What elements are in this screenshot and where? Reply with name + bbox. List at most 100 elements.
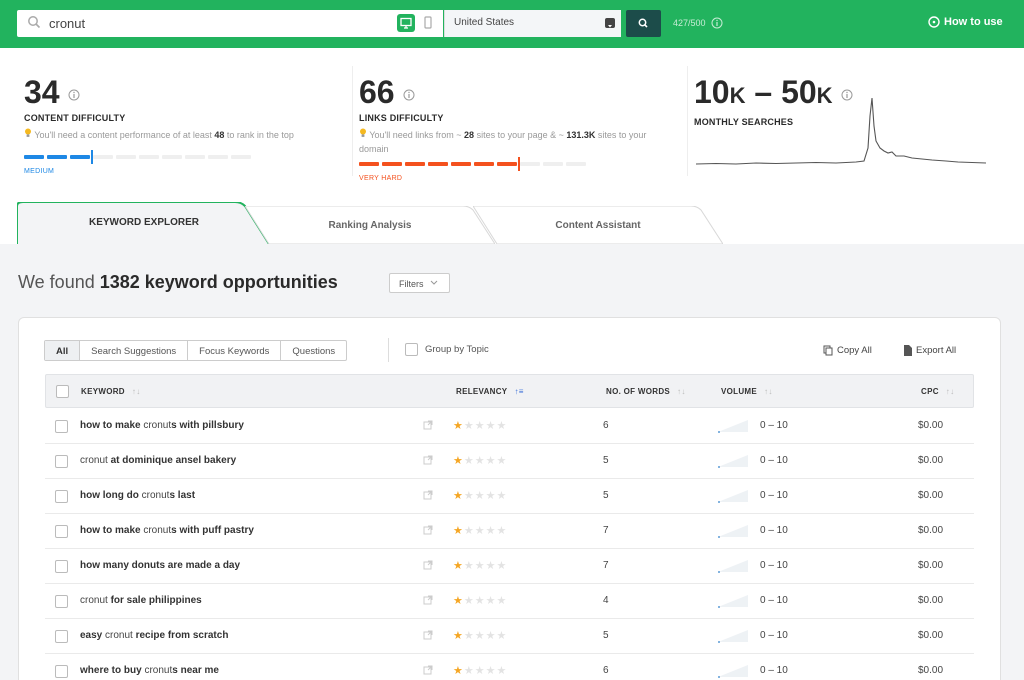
table-row[interactable]: easy cronut recipe from scratch ★★★★★ 5 0 –… xyxy=(45,619,974,654)
segment-questions[interactable]: Questions xyxy=(281,341,346,360)
mobile-icon xyxy=(424,16,432,29)
row-checkbox[interactable] xyxy=(55,420,68,433)
relevancy-stars: ★★★★★ xyxy=(453,594,507,607)
desktop-device-button[interactable] xyxy=(397,14,415,32)
copy-all-button[interactable]: Copy All xyxy=(823,345,872,356)
row-checkbox[interactable] xyxy=(55,490,68,503)
star-icon: ★ xyxy=(463,560,475,572)
table-row[interactable]: how long do cronuts last ★★★★★ 5 0 – 10 $0.0… xyxy=(45,479,974,514)
star-icon: ★ xyxy=(496,630,508,642)
external-link-icon[interactable] xyxy=(423,630,433,640)
sort-desc-icon: ↑≡ xyxy=(514,387,524,396)
mobile-device-button[interactable] xyxy=(420,14,436,32)
star-icon: ★ xyxy=(474,525,486,537)
select-all-checkbox[interactable] xyxy=(56,385,69,398)
group-by-topic-toggle[interactable]: Group by Topic xyxy=(405,343,489,356)
info-icon[interactable] xyxy=(711,17,723,29)
volume-trend-icon xyxy=(718,420,748,433)
content-difficulty: 34 CONTENT DIFFICULTY You'll need a cont… xyxy=(24,74,324,175)
tab-ranking-analysis[interactable]: Ranking Analysis xyxy=(245,206,495,244)
column-volume[interactable]: VOLUME ↑↓ xyxy=(721,387,773,396)
keyword-text[interactable]: how many donuts are made a day xyxy=(80,560,240,571)
word-count: 5 xyxy=(603,630,609,641)
row-checkbox[interactable] xyxy=(55,630,68,643)
star-icon: ★ xyxy=(485,560,497,572)
group-by-topic-checkbox[interactable] xyxy=(405,343,418,356)
difficulty-segment xyxy=(162,155,182,159)
star-icon: ★ xyxy=(474,630,486,642)
cpc-value: $0.00 xyxy=(918,420,944,431)
star-icon: ★ xyxy=(463,455,475,467)
table-row[interactable]: cronut for sale philippines ★★★★★ 4 0 – 10 $… xyxy=(45,584,974,619)
table-row[interactable]: how to make cronuts with pillsbury ★★★★★ 6… xyxy=(45,409,974,444)
star-icon: ★ xyxy=(453,595,464,607)
export-all-button[interactable]: Export All xyxy=(903,345,956,356)
column-keyword[interactable]: KEYWORD ↑↓ xyxy=(81,387,141,396)
segment-focus-keywords[interactable]: Focus Keywords xyxy=(188,341,282,360)
row-checkbox[interactable] xyxy=(55,595,68,608)
how-to-use-link[interactable]: How to use xyxy=(928,16,1003,28)
tab-content-assistant[interactable]: Content Assistant xyxy=(473,206,723,244)
difficulty-segment xyxy=(566,162,586,166)
table-row[interactable]: where to buy cronuts near me ★★★★★ 6 0 – 10… xyxy=(45,654,974,680)
table-row[interactable]: how many donuts are made a day ★★★★★ 7 0 – … xyxy=(45,549,974,584)
table-row[interactable]: cronut at dominique ansel bakery ★★★★★ 5 0 … xyxy=(45,444,974,479)
links-difficulty-note: You'll need links from ~ 28 sites to you… xyxy=(359,128,647,154)
row-checkbox[interactable] xyxy=(55,560,68,573)
word-count: 7 xyxy=(603,560,609,571)
info-icon[interactable] xyxy=(68,89,80,101)
chevron-down-icon xyxy=(430,280,438,285)
volume-range: 0 – 10 xyxy=(760,595,788,606)
tab-keyword-explorer[interactable]: KEYWORD EXPLORER xyxy=(17,202,271,244)
difficulty-marker xyxy=(91,150,93,164)
volume-range: 0 – 10 xyxy=(760,455,788,466)
search-box[interactable]: cronut xyxy=(17,10,443,37)
volume-range: 0 – 10 xyxy=(760,490,788,501)
keyword-text[interactable]: how long do cronuts last xyxy=(80,490,195,501)
external-link-icon[interactable] xyxy=(423,560,433,570)
star-icon: ★ xyxy=(453,490,464,502)
links-difficulty-value: 66 xyxy=(359,74,659,110)
divider xyxy=(388,338,389,362)
dropdown-caret-icon xyxy=(605,18,615,28)
table-row[interactable]: how to make cronuts with puff pastry ★★★★… xyxy=(45,514,974,549)
results-summary: We found 1382 keyword opportunities xyxy=(18,272,338,292)
star-icon: ★ xyxy=(463,630,475,642)
content-difficulty-value: 34 xyxy=(24,74,324,110)
keyword-text[interactable]: how to make cronuts with pillsbury xyxy=(80,420,244,431)
keyword-text[interactable]: cronut for sale philippines xyxy=(80,595,202,606)
column-cpc[interactable]: CPC ↑↓ xyxy=(921,387,954,396)
copy-icon xyxy=(823,345,833,356)
volume-trend-icon xyxy=(718,525,748,538)
segment-all[interactable]: All xyxy=(45,341,81,360)
keyword-text[interactable]: where to buy cronuts near me xyxy=(80,665,219,676)
search-button[interactable] xyxy=(626,10,661,37)
external-link-icon[interactable] xyxy=(423,420,433,430)
country-select[interactable]: United States xyxy=(444,10,621,37)
external-link-icon[interactable] xyxy=(423,525,433,535)
column-relevancy[interactable]: RELEVANCY ↑≡ xyxy=(456,387,524,396)
star-icon: ★ xyxy=(463,490,475,502)
external-link-icon[interactable] xyxy=(423,665,433,675)
keyword-text[interactable]: easy cronut recipe from scratch xyxy=(80,630,228,641)
keyword-text[interactable]: how to make cronuts with puff pastry xyxy=(80,525,254,536)
content-difficulty-note: You'll need a content performance of at … xyxy=(24,128,324,142)
relevancy-stars: ★★★★★ xyxy=(453,559,507,572)
keyword-text[interactable]: cronut at dominique ansel bakery xyxy=(80,455,236,466)
column-words[interactable]: NO. OF WORDS ↑↓ xyxy=(606,387,686,396)
difficulty-segment xyxy=(185,155,205,159)
external-link-icon[interactable] xyxy=(423,595,433,605)
info-icon[interactable] xyxy=(403,89,415,101)
row-checkbox[interactable] xyxy=(55,525,68,538)
filters-dropdown[interactable]: Filters xyxy=(389,273,450,293)
external-link-icon[interactable] xyxy=(423,490,433,500)
star-icon: ★ xyxy=(496,490,508,502)
row-checkbox[interactable] xyxy=(55,455,68,468)
row-checkbox[interactable] xyxy=(55,665,68,678)
segment-search-suggestions[interactable]: Search Suggestions xyxy=(80,341,189,360)
search-input[interactable]: cronut xyxy=(49,16,85,31)
star-icon: ★ xyxy=(453,665,464,677)
external-link-icon[interactable] xyxy=(423,455,433,465)
volume-trend-icon xyxy=(718,455,748,468)
keyword-type-filter: All Search Suggestions Focus Keywords Quest… xyxy=(44,340,348,361)
